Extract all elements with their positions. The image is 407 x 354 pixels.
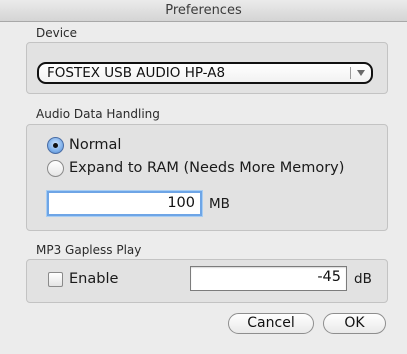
radio-selected-dot bbox=[53, 143, 58, 148]
ram-size-value: 100 bbox=[167, 195, 195, 211]
gapless-db-value: -45 bbox=[317, 269, 341, 285]
enable-label: Enable bbox=[69, 271, 119, 287]
audio-section-label: Audio Data Handling bbox=[36, 107, 160, 121]
gapless-db-field[interactable]: -45 bbox=[190, 266, 347, 291]
radio-normal[interactable]: Normal bbox=[47, 136, 247, 156]
db-unit-label: dB bbox=[354, 271, 372, 287]
radio-expand-ram-button[interactable] bbox=[47, 160, 64, 177]
window-titlebar[interactable]: Preferences bbox=[0, 0, 407, 22]
enable-checkbox[interactable] bbox=[48, 272, 63, 287]
radio-expand-ram[interactable]: Expand to RAM (Needs More Memory) bbox=[47, 159, 377, 179]
window-title: Preferences bbox=[165, 3, 242, 18]
ram-unit-label: MB bbox=[209, 196, 230, 212]
radio-normal-button[interactable] bbox=[47, 137, 64, 154]
mp3-section-label: MP3 Gapless Play bbox=[36, 243, 142, 257]
device-popup[interactable]: FOSTEX USB AUDIO HP-A8 bbox=[37, 62, 373, 84]
device-section-label: Device bbox=[36, 26, 78, 40]
cancel-button[interactable]: Cancel bbox=[228, 313, 314, 334]
popup-divider bbox=[350, 67, 351, 79]
device-popup-value: FOSTEX USB AUDIO HP-A8 bbox=[47, 65, 226, 81]
chevron-down-icon bbox=[357, 70, 365, 76]
ram-size-field[interactable]: 100 bbox=[47, 191, 202, 216]
radio-normal-label: Normal bbox=[69, 137, 122, 153]
ok-button[interactable]: OK bbox=[323, 313, 386, 334]
radio-expand-ram-label: Expand to RAM (Needs More Memory) bbox=[69, 160, 345, 176]
